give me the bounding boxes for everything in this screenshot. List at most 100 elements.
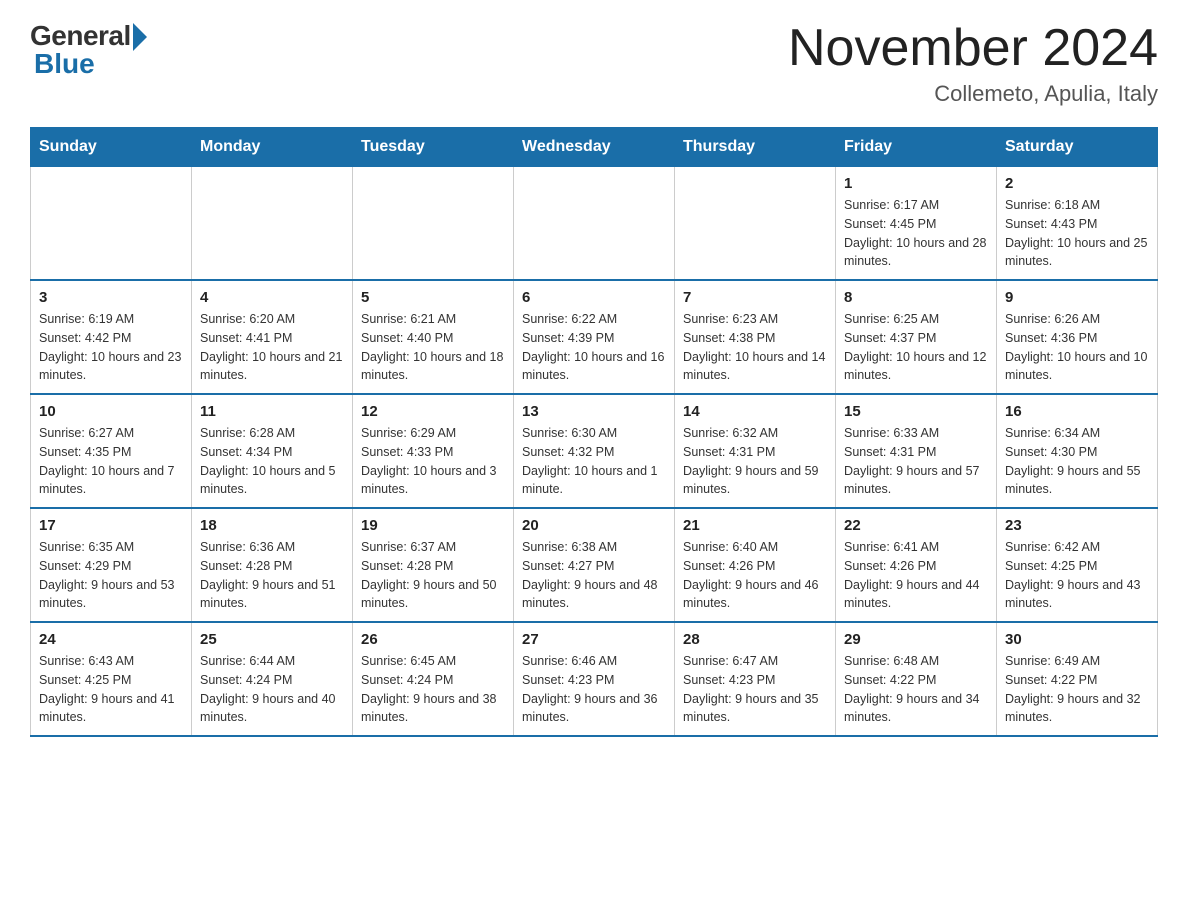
calendar-cell: 12Sunrise: 6:29 AM Sunset: 4:33 PM Dayli… (353, 394, 514, 508)
day-number: 3 (39, 289, 183, 306)
day-of-week-header: Wednesday (514, 128, 675, 167)
calendar-cell (514, 167, 675, 281)
calendar-week-row: 24 Sunrise: 6:43 AM Sunset: 4:25 PM Dayli… (31, 622, 1158, 736)
calendar-week-row: 1 Sunrise: 6:17 AM Sunset: 4:45 PM Daylig… (31, 167, 1158, 281)
day-info: Sunrise: 6:38 AM Sunset: 4:27 PM Dayligh… (522, 538, 666, 613)
day-info: Sunrise: 6:44 AM Sunset: 4:24 PM Dayligh… (200, 652, 344, 727)
day-info: Sunrise: 6:18 AM Sunset: 4:43 PM Dayligh… (1005, 196, 1149, 271)
calendar-cell: 6 Sunrise: 6:22 AM Sunset: 4:39 PM Daylig… (514, 280, 675, 394)
day-info: Sunrise: 6:35 AM Sunset: 4:29 PM Dayligh… (39, 538, 183, 613)
calendar-cell (675, 167, 836, 281)
calendar-cell: 22 Sunrise: 6:41 AM Sunset: 4:26 PM Dayli… (836, 508, 997, 622)
day-number: 29 (844, 631, 988, 648)
day-number: 15 (844, 403, 988, 420)
day-number: 11 (200, 403, 344, 420)
day-number: 6 (522, 289, 666, 306)
calendar-cell: 4Sunrise: 6:20 AM Sunset: 4:41 PM Daylig… (192, 280, 353, 394)
day-number: 9 (1005, 289, 1149, 306)
day-info: Sunrise: 6:30 AM Sunset: 4:32 PM Dayligh… (522, 424, 666, 499)
location-subtitle: Collemeto, Apulia, Italy (788, 81, 1158, 107)
day-number: 24 (39, 631, 183, 648)
calendar-cell (31, 167, 192, 281)
day-info: Sunrise: 6:45 AM Sunset: 4:24 PM Dayligh… (361, 652, 505, 727)
day-info: Sunrise: 6:40 AM Sunset: 4:26 PM Dayligh… (683, 538, 827, 613)
day-info: Sunrise: 6:17 AM Sunset: 4:45 PM Dayligh… (844, 196, 988, 271)
calendar-cell: 3 Sunrise: 6:19 AM Sunset: 4:42 PM Daylig… (31, 280, 192, 394)
day-info: Sunrise: 6:33 AM Sunset: 4:31 PM Dayligh… (844, 424, 988, 499)
calendar-cell: 27 Sunrise: 6:46 AM Sunset: 4:23 PM Dayli… (514, 622, 675, 736)
day-number: 8 (844, 289, 988, 306)
page-header: General Blue November 2024 Collemeto, Ap… (30, 20, 1158, 107)
day-number: 5 (361, 289, 505, 306)
day-of-week-header: Monday (192, 128, 353, 167)
day-number: 22 (844, 517, 988, 534)
calendar-header-row: SundayMondayTuesdayWednesdayThursdayFrid… (31, 128, 1158, 167)
day-number: 13 (522, 403, 666, 420)
calendar-week-row: 3 Sunrise: 6:19 AM Sunset: 4:42 PM Daylig… (31, 280, 1158, 394)
day-info: Sunrise: 6:48 AM Sunset: 4:22 PM Dayligh… (844, 652, 988, 727)
day-number: 16 (1005, 403, 1149, 420)
day-info: Sunrise: 6:25 AM Sunset: 4:37 PM Dayligh… (844, 310, 988, 385)
day-info: Sunrise: 6:41 AM Sunset: 4:26 PM Dayligh… (844, 538, 988, 613)
day-number: 14 (683, 403, 827, 420)
calendar-table: SundayMondayTuesdayWednesdayThursdayFrid… (30, 127, 1158, 737)
calendar-cell: 7 Sunrise: 6:23 AM Sunset: 4:38 PM Daylig… (675, 280, 836, 394)
day-info: Sunrise: 6:42 AM Sunset: 4:25 PM Dayligh… (1005, 538, 1149, 613)
calendar-cell: 2Sunrise: 6:18 AM Sunset: 4:43 PM Daylig… (997, 167, 1158, 281)
day-info: Sunrise: 6:47 AM Sunset: 4:23 PM Dayligh… (683, 652, 827, 727)
day-info: Sunrise: 6:29 AM Sunset: 4:33 PM Dayligh… (361, 424, 505, 499)
day-info: Sunrise: 6:37 AM Sunset: 4:28 PM Dayligh… (361, 538, 505, 613)
calendar-cell: 10 Sunrise: 6:27 AM Sunset: 4:35 PM Dayli… (31, 394, 192, 508)
calendar-cell: 25Sunrise: 6:44 AM Sunset: 4:24 PM Dayli… (192, 622, 353, 736)
day-of-week-header: Tuesday (353, 128, 514, 167)
title-block: November 2024 Collemeto, Apulia, Italy (788, 20, 1158, 107)
calendar-cell: 30 Sunrise: 6:49 AM Sunset: 4:22 PM Dayli… (997, 622, 1158, 736)
day-info: Sunrise: 6:43 AM Sunset: 4:25 PM Dayligh… (39, 652, 183, 727)
month-year-title: November 2024 (788, 20, 1158, 77)
day-number: 18 (200, 517, 344, 534)
day-number: 30 (1005, 631, 1149, 648)
calendar-week-row: 10 Sunrise: 6:27 AM Sunset: 4:35 PM Dayli… (31, 394, 1158, 508)
day-number: 28 (683, 631, 827, 648)
day-number: 23 (1005, 517, 1149, 534)
calendar-cell: 13 Sunrise: 6:30 AM Sunset: 4:32 PM Dayli… (514, 394, 675, 508)
day-of-week-header: Friday (836, 128, 997, 167)
calendar-cell: 28 Sunrise: 6:47 AM Sunset: 4:23 PM Dayli… (675, 622, 836, 736)
calendar-cell: 15 Sunrise: 6:33 AM Sunset: 4:31 PM Dayli… (836, 394, 997, 508)
calendar-cell: 20Sunrise: 6:38 AM Sunset: 4:27 PM Dayli… (514, 508, 675, 622)
day-info: Sunrise: 6:26 AM Sunset: 4:36 PM Dayligh… (1005, 310, 1149, 385)
day-of-week-header: Thursday (675, 128, 836, 167)
calendar-cell: 24 Sunrise: 6:43 AM Sunset: 4:25 PM Dayli… (31, 622, 192, 736)
calendar-cell: 21 Sunrise: 6:40 AM Sunset: 4:26 PM Dayli… (675, 508, 836, 622)
day-number: 21 (683, 517, 827, 534)
calendar-cell: 14Sunrise: 6:32 AM Sunset: 4:31 PM Dayli… (675, 394, 836, 508)
calendar-cell: 29 Sunrise: 6:48 AM Sunset: 4:22 PM Dayli… (836, 622, 997, 736)
logo-arrow-icon (133, 23, 147, 51)
calendar-cell: 5Sunrise: 6:21 AM Sunset: 4:40 PM Daylig… (353, 280, 514, 394)
day-number: 26 (361, 631, 505, 648)
calendar-cell (353, 167, 514, 281)
day-info: Sunrise: 6:49 AM Sunset: 4:22 PM Dayligh… (1005, 652, 1149, 727)
day-info: Sunrise: 6:28 AM Sunset: 4:34 PM Dayligh… (200, 424, 344, 499)
day-number: 19 (361, 517, 505, 534)
day-number: 10 (39, 403, 183, 420)
calendar-cell: 8 Sunrise: 6:25 AM Sunset: 4:37 PM Daylig… (836, 280, 997, 394)
calendar-cell: 9 Sunrise: 6:26 AM Sunset: 4:36 PM Daylig… (997, 280, 1158, 394)
day-number: 17 (39, 517, 183, 534)
calendar-cell: 16Sunrise: 6:34 AM Sunset: 4:30 PM Dayli… (997, 394, 1158, 508)
calendar-cell: 11 Sunrise: 6:28 AM Sunset: 4:34 PM Dayli… (192, 394, 353, 508)
logo: General Blue (30, 20, 147, 80)
calendar-cell: 26 Sunrise: 6:45 AM Sunset: 4:24 PM Dayli… (353, 622, 514, 736)
day-info: Sunrise: 6:46 AM Sunset: 4:23 PM Dayligh… (522, 652, 666, 727)
day-number: 7 (683, 289, 827, 306)
day-of-week-header: Saturday (997, 128, 1158, 167)
day-info: Sunrise: 6:36 AM Sunset: 4:28 PM Dayligh… (200, 538, 344, 613)
day-info: Sunrise: 6:27 AM Sunset: 4:35 PM Dayligh… (39, 424, 183, 499)
day-info: Sunrise: 6:19 AM Sunset: 4:42 PM Dayligh… (39, 310, 183, 385)
day-number: 1 (844, 175, 988, 192)
day-number: 27 (522, 631, 666, 648)
day-info: Sunrise: 6:23 AM Sunset: 4:38 PM Dayligh… (683, 310, 827, 385)
calendar-cell: 17 Sunrise: 6:35 AM Sunset: 4:29 PM Dayli… (31, 508, 192, 622)
calendar-week-row: 17 Sunrise: 6:35 AM Sunset: 4:29 PM Dayli… (31, 508, 1158, 622)
day-info: Sunrise: 6:22 AM Sunset: 4:39 PM Dayligh… (522, 310, 666, 385)
